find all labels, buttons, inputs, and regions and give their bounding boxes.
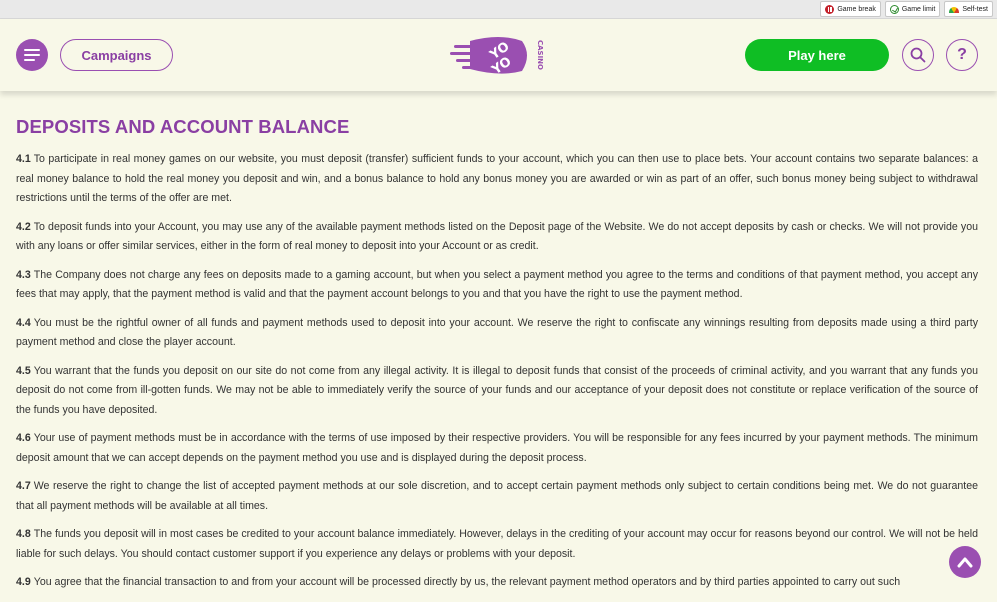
self-test-button[interactable]: Self-test	[944, 1, 993, 17]
site-header: Campaigns YO YO CASINO Play here ?	[0, 19, 997, 91]
paragraph-number: 4.2	[16, 220, 31, 233]
paragraph-4-5: 4.5 You warrant that the funds you deposi…	[16, 362, 978, 421]
paragraph-text: To deposit funds into your Account, you …	[16, 220, 978, 253]
paragraph-4-4: 4.4 You must be the rightful owner of all…	[16, 314, 978, 353]
limit-icon	[889, 4, 899, 14]
logo-text-side: CASINO	[536, 40, 544, 70]
self-test-label: Self-test	[962, 5, 988, 13]
paragraph-number: 4.6	[16, 432, 31, 444]
responsible-gaming-bar: Game break Game limit Self-test	[0, 0, 997, 19]
paragraph-text: You warrant that the funds you deposit o…	[16, 364, 978, 416]
paragraph-number: 4.8	[16, 528, 31, 540]
search-icon	[910, 47, 926, 63]
game-break-button[interactable]: Game break	[820, 1, 881, 17]
game-limit-label: Game limit	[901, 5, 936, 13]
yoyo-casino-logo[interactable]: YO YO CASINO	[450, 33, 544, 77]
paragraph-text: You must be the rightful owner of all fu…	[16, 316, 978, 349]
search-button[interactable]	[902, 39, 934, 71]
play-here-button[interactable]: Play here	[745, 39, 889, 71]
paragraph-text: We reserve the right to change the list …	[16, 480, 978, 512]
paragraph-number: 4.7	[16, 480, 31, 492]
chevron-up-icon	[957, 557, 973, 568]
section-title: DEPOSITS AND ACCOUNT BALANCE	[16, 116, 350, 137]
paragraph-number: 4.9	[16, 576, 31, 588]
paragraph-text: You agree that the financial transaction…	[33, 576, 901, 588]
hamburger-icon	[24, 49, 40, 51]
gauge-icon	[949, 7, 960, 13]
paragraph-4-9: 4.9 You agree that the financial transact…	[16, 573, 978, 593]
paragraph-4-6: 4.6 Your use of payment methods must be i…	[16, 429, 978, 468]
paragraph-text: The funds you deposit will in most cases…	[16, 528, 978, 560]
paragraph-number: 4.5	[16, 364, 31, 377]
game-break-label: Game break	[837, 5, 876, 13]
game-limit-button[interactable]: Game limit	[884, 1, 941, 17]
paragraph-4-7: 4.7 We reserve the right to change the li…	[16, 477, 978, 516]
paragraph-4-8: 4.8 The funds you deposit will in most ca…	[16, 525, 978, 564]
paragraph-number: 4.3	[16, 268, 31, 281]
help-button[interactable]: ?	[946, 39, 978, 71]
campaigns-button[interactable]: Campaigns	[60, 39, 173, 71]
paragraph-number: 4.1	[16, 153, 31, 165]
scroll-to-top-button[interactable]	[949, 546, 981, 578]
paragraph-4-2: 4.2 To deposit funds into your Account, y…	[16, 218, 978, 257]
paragraph-text: Your use of payment methods must be in a…	[16, 432, 978, 464]
pause-icon	[825, 4, 835, 14]
hamburger-menu-button[interactable]	[16, 39, 48, 71]
paragraph-text: The Company does not charge any fees on …	[16, 268, 978, 301]
terms-content: DEPOSITS AND ACCOUNT BALANCE 4.1 To parti…	[16, 116, 978, 602]
paragraph-4-1: 4.1 To participate in real money games on…	[16, 150, 978, 209]
paragraph-number: 4.4	[16, 316, 31, 329]
paragraph-4-3: 4.3 The Company does not charge any fees …	[16, 266, 978, 305]
paragraph-text: To participate in real money games on ou…	[16, 153, 978, 204]
help-icon: ?	[957, 46, 967, 63]
